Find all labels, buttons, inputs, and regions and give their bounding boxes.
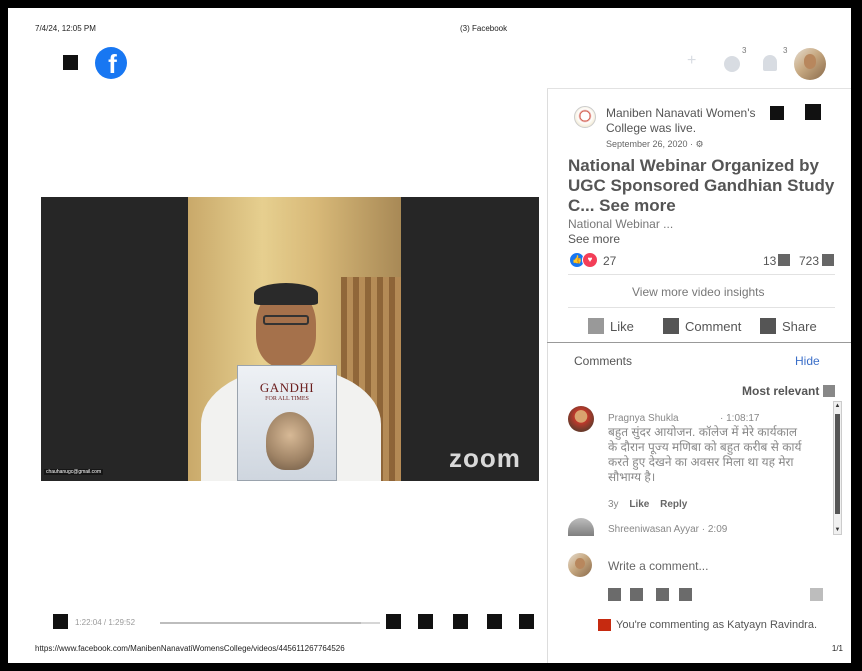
shares-count[interactable]: 723 — [799, 254, 819, 268]
hide-comments-link[interactable]: Hide — [795, 354, 820, 368]
comment-label: Comment — [685, 318, 742, 334]
comment-author[interactable]: Pragnya Shukla — [608, 413, 679, 424]
print-url: https://www.facebook.com/ManibenNanavati… — [35, 644, 345, 653]
post-options-button[interactable] — [770, 106, 784, 120]
comment-text: बहुत सुंदर आयोजन. कॉलेज में मेरे कार्यका… — [608, 425, 802, 484]
hd-button[interactable] — [453, 614, 468, 629]
post-title[interactable]: National Webinar Organized by UGC Sponso… — [568, 156, 838, 216]
video-person-hair — [254, 283, 318, 305]
book-title: GANDHI — [259, 380, 315, 395]
share-label: Share — [782, 318, 817, 334]
gif-icon[interactable] — [679, 588, 692, 601]
fullscreen-button[interactable] — [487, 614, 502, 629]
chevron-down-icon — [823, 385, 836, 397]
comment-avatar[interactable] — [568, 406, 594, 432]
video-insights-link[interactable]: View more video insights — [632, 285, 765, 299]
comment-author-2[interactable]: Shreeniwasan Ayyar · 2:09 — [608, 524, 727, 535]
comment-avatar-2[interactable] — [568, 518, 594, 536]
comments-count[interactable]: 13 — [763, 254, 776, 268]
comment-meta: 3y Like Reply — [608, 499, 687, 510]
facebook-logo-icon[interactable]: f — [95, 47, 127, 79]
video-progress-bar[interactable] — [160, 622, 380, 624]
reactions-count[interactable]: 27 — [603, 254, 616, 268]
video-email-label: chauhanugc@gmail.com — [44, 469, 104, 475]
comment-time-value: 1:08:17 — [726, 413, 760, 424]
comment-icon — [663, 318, 679, 334]
scroll-up-arrow-icon[interactable]: ▲ — [834, 402, 841, 410]
print-tab-title: (3) Facebook — [460, 24, 508, 33]
like-button[interactable]: Like — [588, 318, 634, 334]
post-date: September 26, 2020 · ⚙ — [606, 139, 704, 149]
print-datetime: 7/4/24, 12:05 PM — [35, 24, 96, 33]
messenger-icon[interactable] — [724, 56, 740, 72]
reaction-icons[interactable]: 👍 ♥ — [569, 252, 603, 268]
love-reaction-icon: ♥ — [582, 252, 598, 268]
settings-button[interactable] — [386, 614, 401, 629]
comment-reply-link[interactable]: Reply — [660, 499, 687, 510]
video-player[interactable]: GANDHI FOR ALL TIMES zoom chauhanugc@gma… — [41, 197, 539, 481]
zoom-watermark: zoom — [449, 443, 521, 473]
close-panel-button[interactable] — [805, 104, 821, 120]
top-divider — [547, 88, 851, 89]
comment-count-icon — [778, 254, 790, 266]
menu-button[interactable] — [63, 55, 78, 70]
comment-author-2-name: Shreeniwasan Ayyar — [608, 524, 699, 535]
play-button[interactable] — [53, 614, 68, 629]
notifications-badge: 3 — [783, 46, 788, 55]
book-portrait — [266, 412, 314, 470]
comments-title: Comments — [574, 354, 633, 368]
post-author: Maniben Nanavati Women's College was liv… — [606, 106, 776, 136]
comment-timestamp[interactable]: · 1:08:17 — [720, 413, 759, 424]
video-time: 1:22:04 / 1:29:52 — [75, 618, 136, 627]
comment-time-2: · 2:09 — [701, 524, 728, 535]
avatar-sticker-icon[interactable] — [608, 588, 621, 601]
comment-sort-dropdown[interactable]: Most relevant — [742, 384, 836, 398]
book-subtitle: FOR ALL TIMES — [265, 396, 309, 402]
page-avatar[interactable] — [574, 106, 596, 128]
commenting-as-note: You're commenting as Katyayn Ravindra. — [598, 619, 817, 631]
share-button[interactable]: Share — [760, 318, 817, 334]
scrollbar-thumb[interactable] — [835, 414, 840, 514]
video-person-glasses — [263, 315, 309, 325]
share-count-icon — [822, 254, 834, 266]
commenting-as-text: You're commenting as Katyayn Ravindra. — [616, 619, 818, 631]
notifications-bell-icon[interactable] — [763, 55, 777, 71]
comment-like-link[interactable]: Like — [629, 499, 649, 510]
comments-divider — [547, 342, 851, 343]
share-icon — [760, 318, 776, 334]
print-page-number: 1/1 — [831, 644, 843, 653]
camera-icon[interactable] — [656, 588, 669, 601]
panel-divider — [547, 88, 548, 663]
scroll-down-arrow-icon[interactable]: ▼ — [834, 526, 841, 534]
like-label: Like — [610, 318, 634, 334]
comment-age: 3y — [608, 499, 619, 510]
emoji-icon[interactable] — [630, 588, 643, 601]
my-avatar — [568, 553, 592, 577]
pip-button[interactable] — [418, 614, 433, 629]
insights-top-divider — [568, 274, 835, 275]
messenger-badge: 3 — [742, 46, 747, 55]
identity-flag-icon — [598, 619, 611, 631]
comments-scrollbar[interactable]: ▲ ▼ — [833, 401, 842, 535]
live-text: was live. — [646, 121, 697, 135]
video-progress-fill — [160, 622, 361, 624]
post-description: National Webinar ... — [568, 217, 674, 231]
video-book: GANDHI FOR ALL TIMES — [237, 365, 337, 481]
profile-avatar[interactable] — [794, 48, 826, 80]
create-plus-icon[interactable]: + — [687, 52, 696, 70]
comment-input[interactable]: Write a comment... — [608, 559, 808, 573]
insights-bottom-divider — [568, 307, 835, 308]
comment-button[interactable]: Comment — [663, 318, 741, 334]
volume-button[interactable] — [519, 614, 534, 629]
comment-sort-label: Most relevant — [742, 384, 820, 398]
like-icon — [588, 318, 604, 334]
print-page: 7/4/24, 12:05 PM (3) Facebook f + 3 3 GA… — [8, 8, 851, 663]
see-more-link[interactable]: See more — [568, 232, 620, 246]
send-icon[interactable] — [810, 588, 823, 601]
